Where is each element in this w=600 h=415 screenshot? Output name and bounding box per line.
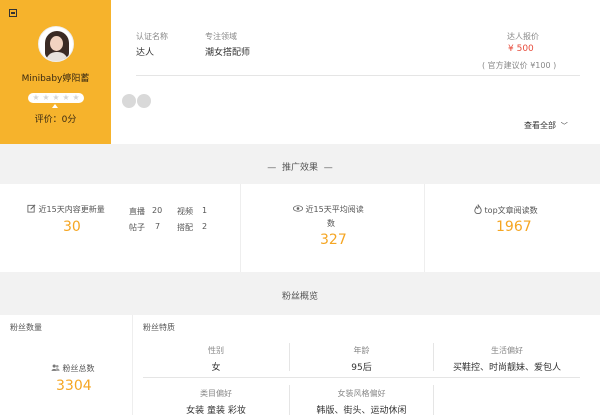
top-article-text: top文章阅读数 xyxy=(484,206,538,215)
promotion-panel: 近15天内容更新量 30 直播 20 视频 1 帖子 7 搭配 2 近15天平均… xyxy=(0,184,600,272)
users-icon xyxy=(51,364,60,371)
tag-placeholders xyxy=(122,94,152,108)
cert-value: 达人 xyxy=(136,48,155,58)
fans-title: 粉丝概览 xyxy=(281,292,318,302)
avatar[interactable] xyxy=(38,26,74,62)
star-icon: ★ xyxy=(72,93,80,102)
avg-read-value: 327 xyxy=(320,232,347,248)
caret-up-icon xyxy=(52,104,58,108)
fans-total-label: 粉丝总数 xyxy=(51,363,95,374)
chevron-down-icon: ﹀ xyxy=(558,122,568,130)
profile-rating: 评价：0分 xyxy=(34,115,77,125)
stat-post-value: 7 xyxy=(155,222,161,231)
trait-style: 女装风格偏好 韩版、街头、运动休闲 xyxy=(290,388,433,415)
top-article-value: 1967 xyxy=(496,219,532,235)
trait-label: 性别 xyxy=(208,346,224,355)
field-value: 潮女搭配师 xyxy=(205,48,251,58)
content-update-total: 30 xyxy=(63,219,81,235)
card-icon xyxy=(9,9,17,17)
stat-video-label: 视频 xyxy=(177,207,193,216)
eye-icon xyxy=(293,205,303,212)
content-update-stat: 近15天内容更新量 30 直播 20 视频 1 帖子 7 搭配 2 xyxy=(0,184,240,272)
content-update-label: 近15天内容更新量 xyxy=(27,204,105,215)
stat-post-label: 帖子 xyxy=(129,223,145,232)
star-icon: ★ xyxy=(42,93,50,102)
stat-live-value: 20 xyxy=(152,206,163,215)
avg-read-text: 近15天平均阅读 xyxy=(305,205,364,214)
trait-value: 买鞋控、时尚靓妹、爱包人 xyxy=(452,363,561,373)
fans-section-title: 粉丝概览 xyxy=(0,279,600,315)
top-article-stat: top文章阅读数 1967 xyxy=(424,184,600,272)
top-article-label: top文章阅读数 xyxy=(474,204,538,216)
promotion-section-title: — 推广效果 — xyxy=(0,150,600,186)
fans-count-label: 粉丝数量 xyxy=(10,323,42,332)
star-icon: ★ xyxy=(62,93,70,102)
fans-traits-label: 粉丝特质 xyxy=(143,323,175,332)
trait-label: 类目偏好 xyxy=(200,389,232,398)
tag-bubble xyxy=(122,94,136,108)
trait-gender: 性别 女 xyxy=(143,345,289,373)
trait-value: 韩版、街头、运动休闲 xyxy=(316,406,407,415)
influencer-card: Minibaby婷阳蓄 ★ ★ ★ ★ ★ 评价：0分 认证名称 达人 专注领域… xyxy=(0,0,600,144)
star-icon: ★ xyxy=(32,93,40,102)
trait-label: 生活偏好 xyxy=(491,346,523,355)
stat-outfit-value: 2 xyxy=(202,222,208,231)
stat-live-label: 直播 xyxy=(129,207,145,216)
field-label: 专注领域 xyxy=(205,32,237,41)
divider xyxy=(433,385,434,415)
rating-stars: ★ ★ ★ ★ ★ xyxy=(28,93,84,103)
fans-total-value: 3304 xyxy=(56,378,92,394)
trait-value: 女装 童装 彩妆 xyxy=(186,406,246,415)
price-value: ¥ 500 xyxy=(508,44,534,54)
cert-label: 认证名称 xyxy=(136,32,168,41)
trait-category: 类目偏好 女装 童装 彩妆 xyxy=(143,388,289,415)
tag-bubble xyxy=(137,94,151,108)
stat-outfit-label: 搭配 xyxy=(177,223,193,232)
avg-read-text-line2: 数 xyxy=(327,219,335,228)
price-label: 达人报价 xyxy=(507,32,539,41)
promotion-title: 推广效果 xyxy=(281,163,318,173)
avg-read-label: 近15天平均阅读 xyxy=(293,204,364,215)
suggested-price: ( 官方建议价 ¥100 ) xyxy=(482,61,557,70)
content-update-text: 近15天内容更新量 xyxy=(38,205,105,214)
stat-video-value: 1 xyxy=(202,206,208,215)
fans-panel: 粉丝数量 粉丝总数 3304 粉丝特质 性别 女 年龄 95后 生活偏好 买鞋控… xyxy=(0,315,600,415)
profile-name: Minibaby婷阳蓄 xyxy=(21,74,90,84)
trait-value: 95后 xyxy=(351,363,372,373)
divider xyxy=(136,75,580,76)
fans-total-text: 粉丝总数 xyxy=(62,364,95,373)
trait-lifestyle: 生活偏好 买鞋控、时尚靓妹、爱包人 xyxy=(434,345,580,373)
fans-count-panel: 粉丝数量 粉丝总数 3304 xyxy=(0,315,133,415)
view-all-link[interactable]: 查看全部 ﹀ xyxy=(524,120,568,131)
profile-panel: Minibaby婷阳蓄 ★ ★ ★ ★ ★ 评价：0分 xyxy=(0,0,111,144)
edit-icon xyxy=(27,204,36,213)
view-all-label: 查看全部 xyxy=(524,121,556,130)
avg-read-stat: 近15天平均阅读 数 327 xyxy=(240,184,424,272)
trait-age: 年龄 95后 xyxy=(290,345,433,373)
trait-value: 女 xyxy=(211,363,221,373)
trait-label: 女装风格偏好 xyxy=(337,389,386,398)
star-icon: ★ xyxy=(52,93,60,102)
flame-icon xyxy=(474,204,482,214)
trait-label: 年龄 xyxy=(353,346,370,355)
divider xyxy=(143,377,580,378)
